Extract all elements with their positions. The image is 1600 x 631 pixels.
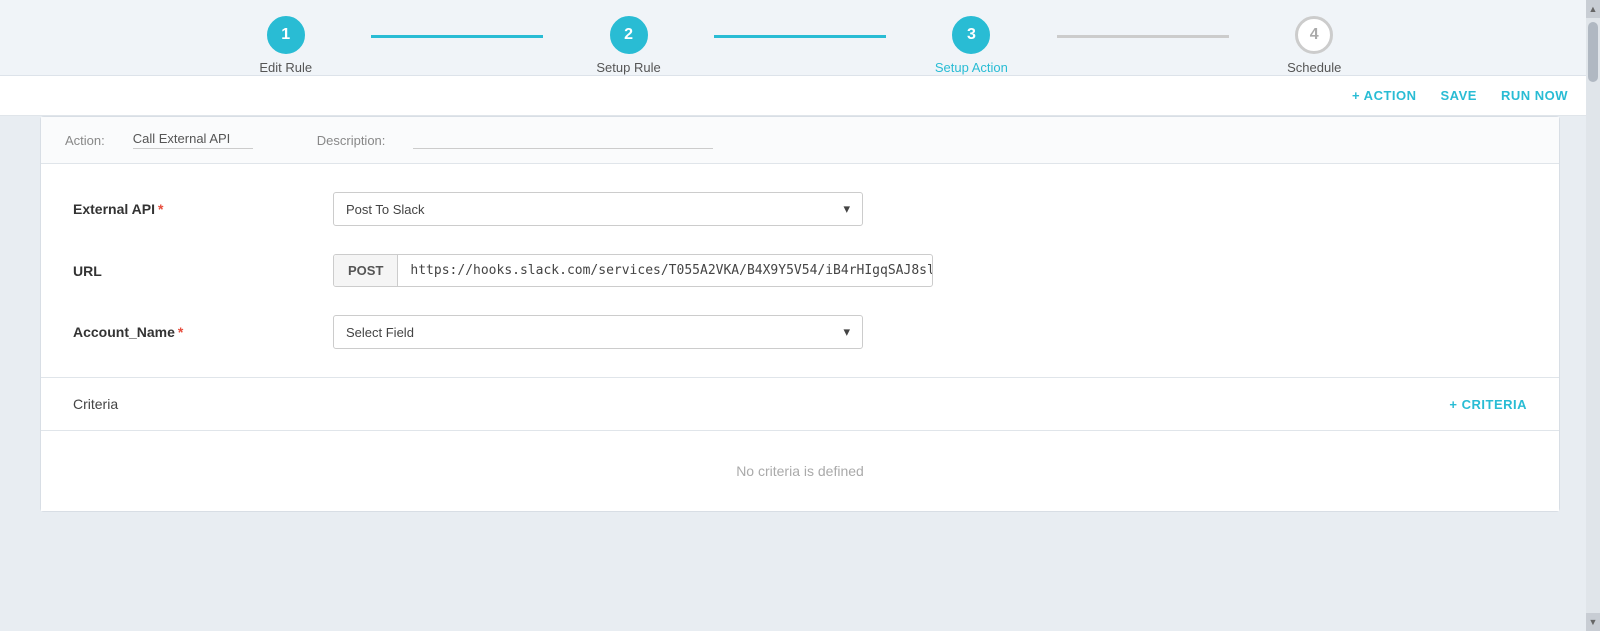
stepper-bar: 1 Edit Rule 2 Setup Rule 3 Setup Action … <box>0 0 1600 76</box>
external-api-dropdown[interactable]: Post To Slack ▾ <box>333 192 863 226</box>
dropdown-arrow-icon-2: ▾ <box>843 324 850 340</box>
action-header-row: Action: Call External API Description: <box>41 117 1559 164</box>
step-line-2 <box>714 35 885 38</box>
desc-label: Description: <box>317 133 386 148</box>
url-value: https://hooks.slack.com/services/T055A2V… <box>398 255 933 286</box>
account-name-value: Select Field <box>346 325 414 340</box>
run-now-button[interactable]: RUN NOW <box>1501 88 1568 103</box>
url-row: URL POST https://hooks.slack.com/service… <box>73 254 1527 287</box>
desc-value <box>413 131 713 149</box>
step-1[interactable]: 1 Edit Rule <box>200 16 371 75</box>
scroll-down-button[interactable]: ▼ <box>1586 613 1600 631</box>
criteria-title: Criteria <box>73 396 118 412</box>
step-2-label: Setup Rule <box>596 60 660 75</box>
step-3-circle: 3 <box>952 16 990 54</box>
account-name-control: Select Field ▾ <box>333 315 933 349</box>
step-2[interactable]: 2 Setup Rule <box>543 16 714 75</box>
main-content: Action: Call External API Description: E… <box>0 116 1600 532</box>
action-label: Action: <box>65 133 105 148</box>
url-method: POST <box>334 255 398 286</box>
add-criteria-button[interactable]: + CRITERIA <box>1449 397 1527 412</box>
action-value: Call External API <box>133 131 253 149</box>
scroll-up-button[interactable]: ▲ <box>1586 0 1600 18</box>
save-button[interactable]: SAVE <box>1441 88 1477 103</box>
step-4[interactable]: 4 Schedule <box>1229 16 1400 75</box>
step-3-label: Setup Action <box>935 60 1008 75</box>
scroll-down-icon: ▼ <box>1589 617 1598 627</box>
scrollbar-thumb[interactable] <box>1588 22 1598 82</box>
toolbar: + ACTION SAVE RUN NOW <box>0 76 1600 116</box>
required-star-2: * <box>178 324 183 340</box>
step-4-circle: 4 <box>1295 16 1333 54</box>
url-field: POST https://hooks.slack.com/services/T0… <box>333 254 933 287</box>
step-1-label: Edit Rule <box>259 60 312 75</box>
action-card: Action: Call External API Description: E… <box>40 116 1560 512</box>
account-name-dropdown[interactable]: Select Field ▾ <box>333 315 863 349</box>
step-2-circle: 2 <box>610 16 648 54</box>
external-api-value: Post To Slack <box>346 202 425 217</box>
external-api-control: Post To Slack ▾ <box>333 192 933 226</box>
step-1-circle: 1 <box>267 16 305 54</box>
criteria-section: Criteria + CRITERIA No criteria is defin… <box>41 378 1559 511</box>
dropdown-arrow-icon: ▾ <box>843 201 850 217</box>
step-line-1 <box>371 35 542 38</box>
scroll-up-icon: ▲ <box>1589 4 1598 14</box>
stepper: 1 Edit Rule 2 Setup Rule 3 Setup Action … <box>200 16 1400 75</box>
step-line-3 <box>1057 35 1228 38</box>
step-3[interactable]: 3 Setup Action <box>886 16 1057 75</box>
form-section: External API* Post To Slack ▾ URL POST h… <box>41 164 1559 378</box>
account-name-row: Account_Name* Select Field ▾ <box>73 315 1527 349</box>
criteria-header: Criteria + CRITERIA <box>41 378 1559 431</box>
external-api-row: External API* Post To Slack ▾ <box>73 192 1527 226</box>
criteria-empty: No criteria is defined <box>41 431 1559 511</box>
external-api-label: External API* <box>73 201 333 217</box>
step-4-label: Schedule <box>1287 60 1341 75</box>
url-label: URL <box>73 263 333 279</box>
url-control: POST https://hooks.slack.com/services/T0… <box>333 254 933 287</box>
add-action-button[interactable]: + ACTION <box>1352 88 1417 103</box>
required-star: * <box>158 201 163 217</box>
scrollbar-track: ▲ ▼ <box>1586 0 1600 631</box>
account-name-label: Account_Name* <box>73 324 333 340</box>
